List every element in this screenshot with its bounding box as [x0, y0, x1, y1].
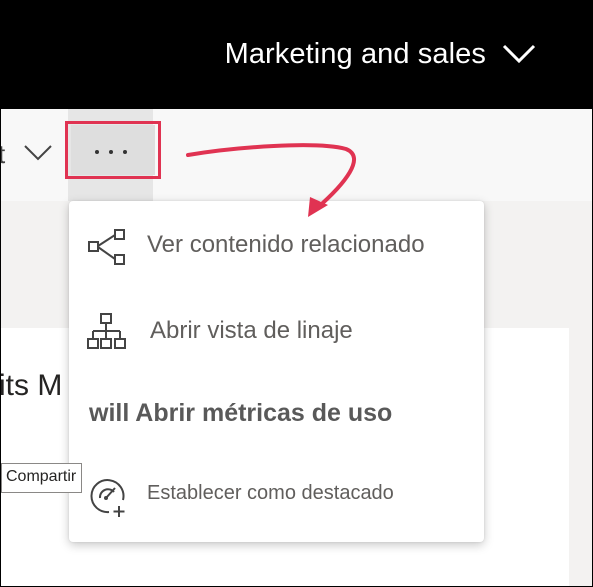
menu-item-usage-metrics[interactable]: will Abrir métricas de uso	[69, 389, 484, 439]
report-title: its M	[0, 369, 63, 402]
chevron-down-icon[interactable]	[501, 40, 537, 68]
annotation-highlight-box	[65, 121, 161, 179]
chevron-down-icon[interactable]	[23, 141, 53, 163]
menu-item-label: Abrir vista de linaje	[150, 317, 353, 344]
workspace-title[interactable]: Marketing and sales	[225, 38, 486, 71]
toolbar-partial-text: t	[1, 139, 5, 170]
menu-item-label: Establecer como destacado	[147, 482, 394, 504]
menu-item-open-lineage[interactable]: Abrir vista de linaje	[69, 307, 484, 357]
screen-frame: Marketing and sales t its M Ver contenid…	[0, 0, 593, 587]
menu-item-set-featured[interactable]: Establecer como destacado	[69, 473, 484, 517]
hierarchy-icon	[87, 313, 126, 349]
annotation-arrow	[186, 143, 356, 217]
share-network-icon	[88, 229, 125, 265]
menu-item-label: Ver contenido relacionado	[147, 231, 425, 258]
share-tooltip: Compartir	[1, 463, 83, 493]
header-bar: Marketing and sales	[1, 1, 592, 109]
more-options-menu: Ver contenido relacionado Abrir vista de…	[69, 201, 484, 542]
menu-item-label: will Abrir métricas de uso	[89, 399, 393, 427]
gauge-add-icon	[90, 479, 125, 517]
menu-item-view-related[interactable]: Ver contenido relacionado	[69, 223, 484, 269]
